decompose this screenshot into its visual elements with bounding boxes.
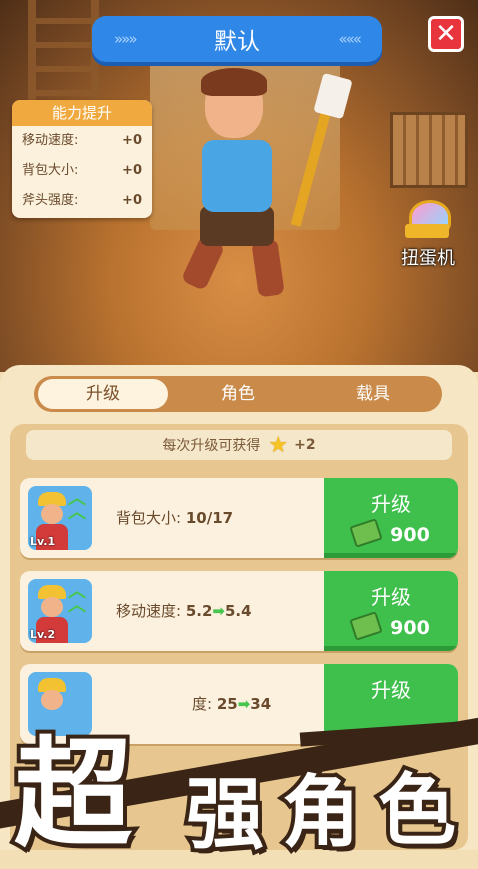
cash-icon (349, 518, 383, 548)
chevron-right-icon: ««« (338, 30, 362, 48)
tab-bar: 升级 角色 载具 (34, 376, 442, 412)
upgrade-arrows-icon: ︿ ︿ (68, 488, 86, 523)
skin-title-bar: »»» 默认 ««« (92, 16, 382, 62)
level-badge: Lv.2 (30, 628, 56, 641)
lumberjack-character (160, 68, 353, 308)
stat-row-backpack-size: 背包大小: +0 (22, 163, 142, 178)
upgrade-button[interactable]: 升级 (324, 664, 458, 744)
worker-avatar-icon (28, 672, 92, 736)
hint-reward: +2 (294, 437, 316, 453)
level-badge: Lv.1 (30, 535, 56, 548)
page-title: 默认 (214, 29, 260, 55)
gacha-machine-label[interactable]: 扭蛋机 (394, 244, 462, 270)
stat-row-axe-strength: 斧头强度: +0 (22, 193, 142, 208)
upgrade-desc: 度: 25➡34 (192, 695, 272, 713)
upgrade-desc: 移动速度: 5.2➡5.4 (116, 602, 252, 620)
upgrade-button[interactable]: 升级 900 (324, 478, 458, 558)
ability-boost-title: 能力提升 (12, 100, 152, 126)
upgrade-card-backpack: ︿ ︿ Lv.1 背包大小: 10/17 升级 900 (20, 478, 458, 558)
tab-vehicle[interactable]: 载具 (308, 379, 438, 409)
chevron-left-icon: »»» (114, 30, 138, 48)
ability-boost-panel: 能力提升 移动速度: +0 背包大小: +0 斧头强度: +0 (12, 100, 152, 218)
hint-text: 每次升级可获得 (162, 438, 261, 454)
upgrade-button[interactable]: 升级 900 (324, 571, 458, 651)
gacha-machine-icon[interactable] (402, 200, 452, 238)
close-button[interactable]: ✕ (428, 16, 464, 52)
upgrade-reward-hint: 每次升级可获得 ★ +2 (26, 430, 452, 460)
cash-icon (349, 611, 383, 641)
star-icon: ★ (268, 432, 289, 458)
tab-character[interactable]: 角色 (173, 379, 303, 409)
worker-avatar-icon: ︿ ︿ Lv.1 (28, 486, 92, 550)
upgrade-card-move-speed: ︿ ︿ Lv.2 移动速度: 5.2➡5.4 升级 900 (20, 571, 458, 651)
upgrade-desc: 背包大小: 10/17 (116, 509, 234, 527)
worker-avatar-icon: ︿ ︿ Lv.2 (28, 579, 92, 643)
upgrade-card-axe: 度: 25➡34 升级 (20, 664, 458, 744)
upgrade-arrows-icon: ︿ ︿ (68, 581, 86, 616)
wood-crate-decoration (390, 112, 468, 188)
tab-upgrade[interactable]: 升级 (38, 379, 168, 409)
stat-row-move-speed: 移动速度: +0 (22, 133, 142, 148)
